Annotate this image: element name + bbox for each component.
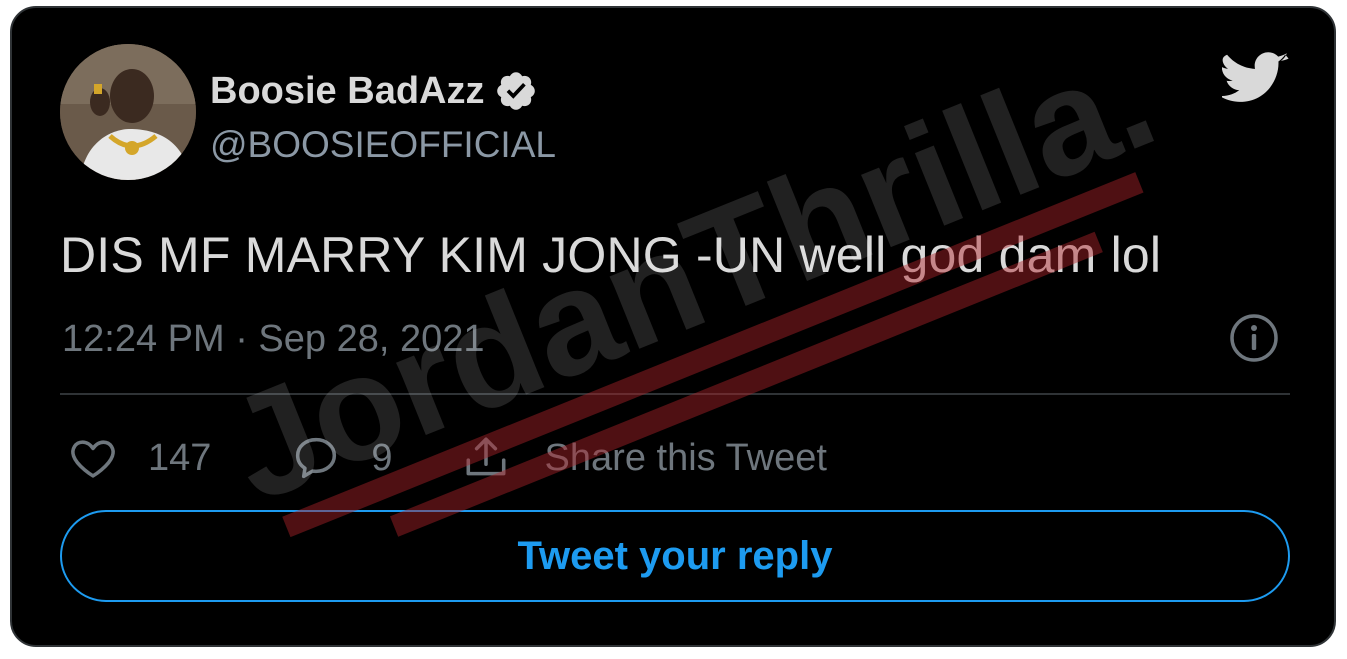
verified-badge-icon bbox=[497, 72, 536, 110]
tweet-card: Boosie BadAzz @BOOSIEOFFICIAL DIS MF MAR… bbox=[10, 6, 1336, 647]
share-button[interactable]: Share this Tweet bbox=[461, 433, 827, 483]
user-handle[interactable]: @BOOSIEOFFICIAL bbox=[210, 124, 556, 166]
tweet-timestamp[interactable]: 12:24 PM · Sep 28, 2021 bbox=[62, 318, 485, 361]
twitter-bird-icon[interactable] bbox=[1222, 52, 1290, 108]
info-icon[interactable] bbox=[1228, 312, 1280, 364]
display-name[interactable]: Boosie BadAzz bbox=[210, 70, 484, 113]
avatar-image bbox=[60, 44, 196, 180]
share-icon bbox=[466, 437, 506, 476]
display-name-row: Boosie BadAzz bbox=[210, 66, 538, 116]
action-bar: 147 9 Share this Tweet bbox=[68, 430, 827, 486]
reply-count: 9 bbox=[371, 436, 393, 479]
tweet-text: DIS MF MARRY KIM JONG -UN well god dam l… bbox=[60, 227, 1162, 283]
divider bbox=[60, 393, 1290, 395]
share-label: Share this Tweet bbox=[544, 436, 827, 479]
like-button[interactable]: 147 bbox=[68, 433, 291, 483]
reply-action[interactable]: 9 bbox=[291, 433, 460, 483]
tweet-reply-button[interactable]: Tweet your reply bbox=[60, 510, 1290, 602]
like-count: 147 bbox=[148, 436, 212, 479]
speech-bubble-icon bbox=[296, 437, 337, 479]
heart-icon bbox=[71, 440, 115, 478]
avatar[interactable] bbox=[60, 44, 196, 180]
